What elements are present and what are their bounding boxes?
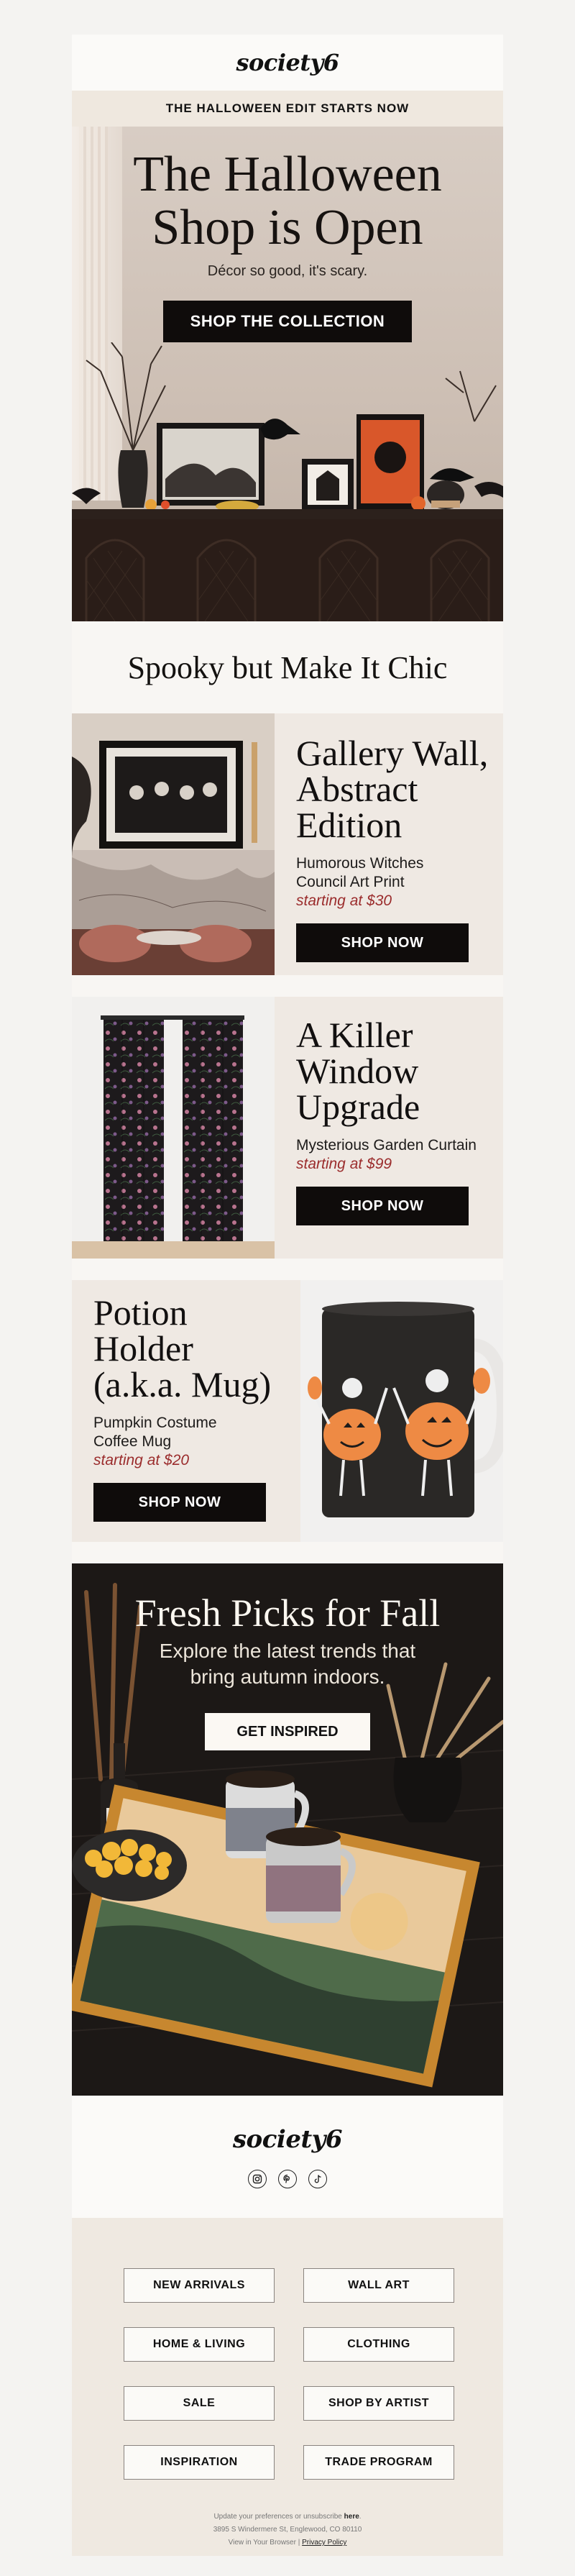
product-title: Potion Holder (a.k.a. Mug) xyxy=(93,1292,272,1405)
product-price: starting at $30 xyxy=(296,892,392,909)
view-in-browser-link[interactable]: View in Your Browser xyxy=(229,2539,296,2547)
shop-now-button[interactable]: SHOP NOW xyxy=(296,923,469,962)
product-image-witches-art-print[interactable] xyxy=(72,713,275,975)
product-text-2: A Killer Window Upgrade Mysterious Garde… xyxy=(296,1017,477,1225)
fresh-picks-banner[interactable]: Fresh Picks for Fall Explore the latest … xyxy=(72,1563,503,2096)
footer-link-clothing[interactable]: CLOTHING xyxy=(303,2327,454,2362)
product-name: Mysterious Garden Curtain xyxy=(296,1137,477,1154)
instagram-icon[interactable] xyxy=(248,2170,267,2188)
fresh-picks-subtitle: Explore the latest trends that bring aut… xyxy=(159,1640,416,1688)
fresh-picks-title: Fresh Picks for Fall xyxy=(134,1591,441,1635)
spacer xyxy=(72,1259,503,1280)
product-price: starting at $99 xyxy=(296,1156,392,1172)
footer-link-new-arrivals[interactable]: NEW ARRIVALS xyxy=(124,2268,275,2303)
hero-title-line1: The Halloween xyxy=(133,147,442,202)
get-inspired-button[interactable]: GET INSPIRED xyxy=(205,1713,370,1750)
company-address: 3895 S Windermere St, Englewood, CO 8011… xyxy=(213,2526,362,2534)
product-text-1: Gallery Wall, Abstract Edition Humorous … xyxy=(296,735,488,962)
shop-now-button[interactable]: SHOP NOW xyxy=(296,1187,469,1225)
footer-link-sale[interactable]: SALE xyxy=(124,2386,275,2421)
product-name: Humorous Witches Council Art Print xyxy=(296,855,424,890)
product-image-garden-curtain[interactable] xyxy=(72,997,275,1259)
privacy-policy-link[interactable]: Privacy Policy xyxy=(302,2539,346,2547)
society6-footer-logo[interactable]: society6 xyxy=(233,2125,343,2154)
footer-link-inspiration[interactable]: INSPIRATION xyxy=(124,2445,275,2480)
unsubscribe-link[interactable]: here xyxy=(344,2513,359,2521)
section-heading: Spooky but Make It Chic xyxy=(72,621,503,713)
hero-subtitle: Décor so good, it's scary. xyxy=(207,263,368,279)
product-title: Gallery Wall, Abstract Edition xyxy=(296,733,489,845)
announcement-bar[interactable]: THE HALLOWEEN EDIT STARTS NOW xyxy=(72,91,503,127)
header-logo-bar: society6 xyxy=(72,35,503,91)
product-name: Pumpkin Costume Coffee Mug xyxy=(93,1415,217,1450)
footer-link-grid: NEW ARRIVALS WALL ART HOME & LIVING CLOT… xyxy=(124,2268,454,2480)
footer-logo-bar: society6 xyxy=(72,2096,503,2218)
hero-title-line2: Shop is Open xyxy=(152,200,423,255)
hero-mantel-illustration xyxy=(72,342,503,621)
product-card-gallery-wall[interactable]: Gallery Wall, Abstract Edition Humorous … xyxy=(72,713,503,975)
preferences-line: Update your preferences or unsubscribe h… xyxy=(213,2513,362,2521)
society6-logo[interactable]: society6 xyxy=(236,49,340,76)
email-container: society6 THE HALLOWEEN EDIT STARTS NOW T… xyxy=(72,35,503,2556)
shop-now-button[interactable]: SHOP NOW xyxy=(93,1483,266,1522)
product-price: starting at $20 xyxy=(93,1452,190,1469)
spacer xyxy=(72,1542,503,1563)
footer-link-home-living[interactable]: HOME & LIVING xyxy=(124,2327,275,2362)
social-links xyxy=(248,2170,327,2188)
footer-links-panel: NEW ARRIVALS WALL ART HOME & LIVING CLOT… xyxy=(72,2218,503,2556)
footer-browser-privacy: View in Your Browser | Privacy Policy xyxy=(228,2539,347,2547)
shop-collection-button[interactable]: SHOP THE COLLECTION xyxy=(163,301,412,342)
product-text-3: Potion Holder (a.k.a. Mug) Pumpkin Costu… xyxy=(93,1294,271,1522)
hero-banner[interactable]: The Halloween Shop is Open Décor so good… xyxy=(72,127,503,621)
product-image-pumpkin-mug[interactable] xyxy=(300,1280,503,1542)
pinterest-icon[interactable] xyxy=(278,2170,297,2188)
spacer xyxy=(72,975,503,997)
product-title: A Killer Window Upgrade xyxy=(296,1015,420,1127)
hero-title: The Halloween Shop is Open xyxy=(72,148,503,255)
product-card-mug[interactable]: Potion Holder (a.k.a. Mug) Pumpkin Costu… xyxy=(72,1280,503,1542)
footer-link-trade-program[interactable]: TRADE PROGRAM xyxy=(303,2445,454,2480)
footer-link-wall-art[interactable]: WALL ART xyxy=(303,2268,454,2303)
product-card-curtain[interactable]: A Killer Window Upgrade Mysterious Garde… xyxy=(72,997,503,1259)
footer-link-shop-by-artist[interactable]: SHOP BY ARTIST xyxy=(303,2386,454,2421)
tiktok-icon[interactable] xyxy=(308,2170,327,2188)
